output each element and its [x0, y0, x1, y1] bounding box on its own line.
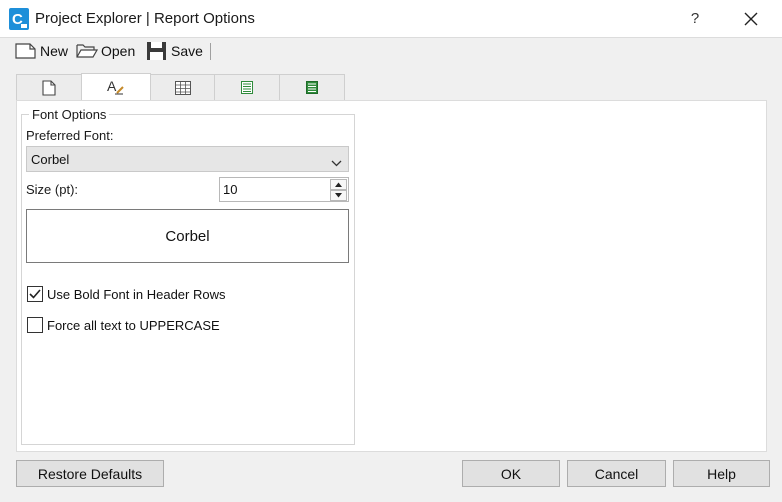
spin-up-icon[interactable] [330, 179, 347, 190]
checkmark-icon [29, 289, 41, 299]
size-value: 10 [223, 182, 238, 197]
font-style-icon: A [107, 78, 124, 95]
preferred-font-label: Preferred Font: [26, 128, 114, 143]
size-label: Size (pt): [26, 182, 79, 197]
size-stepper[interactable]: 10 [219, 177, 349, 202]
toolbar: New Open Save [0, 38, 782, 64]
spin-down-icon[interactable] [330, 190, 347, 201]
restore-defaults-button[interactable]: Restore Defaults [16, 460, 164, 487]
open-button[interactable]: Open [76, 40, 135, 62]
save-button[interactable]: Save [146, 40, 203, 62]
toolbar-separator [210, 43, 211, 60]
new-label: New [40, 43, 69, 59]
help-button[interactable]: Help [673, 460, 770, 487]
tab-document[interactable] [16, 74, 82, 100]
open-folder-icon [76, 44, 98, 58]
ok-button[interactable]: OK [462, 460, 560, 487]
title-bar: C Project Explorer | Report Options ? [0, 0, 782, 38]
tab-font[interactable]: A [81, 73, 151, 100]
document-icon [42, 79, 56, 96]
spreadsheet-icon [241, 81, 253, 94]
uppercase-checkbox[interactable] [27, 317, 43, 333]
bold-header-checkbox[interactable] [27, 286, 43, 302]
preferred-font-value: Corbel [31, 152, 70, 167]
bold-header-checkbox-row[interactable]: Use Bold Font in Header Rows [27, 285, 225, 303]
help-icon[interactable]: ? [680, 0, 710, 38]
chevron-down-icon [331, 155, 342, 170]
save-disk-icon [147, 42, 166, 60]
green-spreadsheet-icon [306, 81, 318, 94]
tab-spreadsheet[interactable] [214, 74, 280, 100]
cancel-button[interactable]: Cancel [567, 460, 666, 487]
uppercase-checkbox-row[interactable]: Force all text to UPPERCASE [27, 316, 220, 334]
uppercase-label: Force all text to UPPERCASE [47, 317, 220, 333]
tab-table[interactable] [150, 74, 215, 100]
svg-text:A: A [107, 78, 117, 94]
civil-app-icon: C [9, 8, 29, 30]
table-grid-icon [174, 80, 191, 95]
save-label: Save [171, 43, 203, 59]
new-document-icon [15, 43, 36, 59]
tab-green-spreadsheet[interactable] [279, 74, 345, 100]
bold-header-label: Use Bold Font in Header Rows [47, 286, 226, 302]
font-options-title: Font Options [29, 107, 110, 122]
font-preview: Corbel [26, 209, 349, 263]
preferred-font-dropdown[interactable]: Corbel [26, 146, 349, 172]
close-icon[interactable] [734, 0, 768, 38]
open-label: Open [101, 43, 136, 59]
window-title: Project Explorer | Report Options [35, 10, 255, 27]
new-button[interactable]: New [15, 40, 68, 62]
